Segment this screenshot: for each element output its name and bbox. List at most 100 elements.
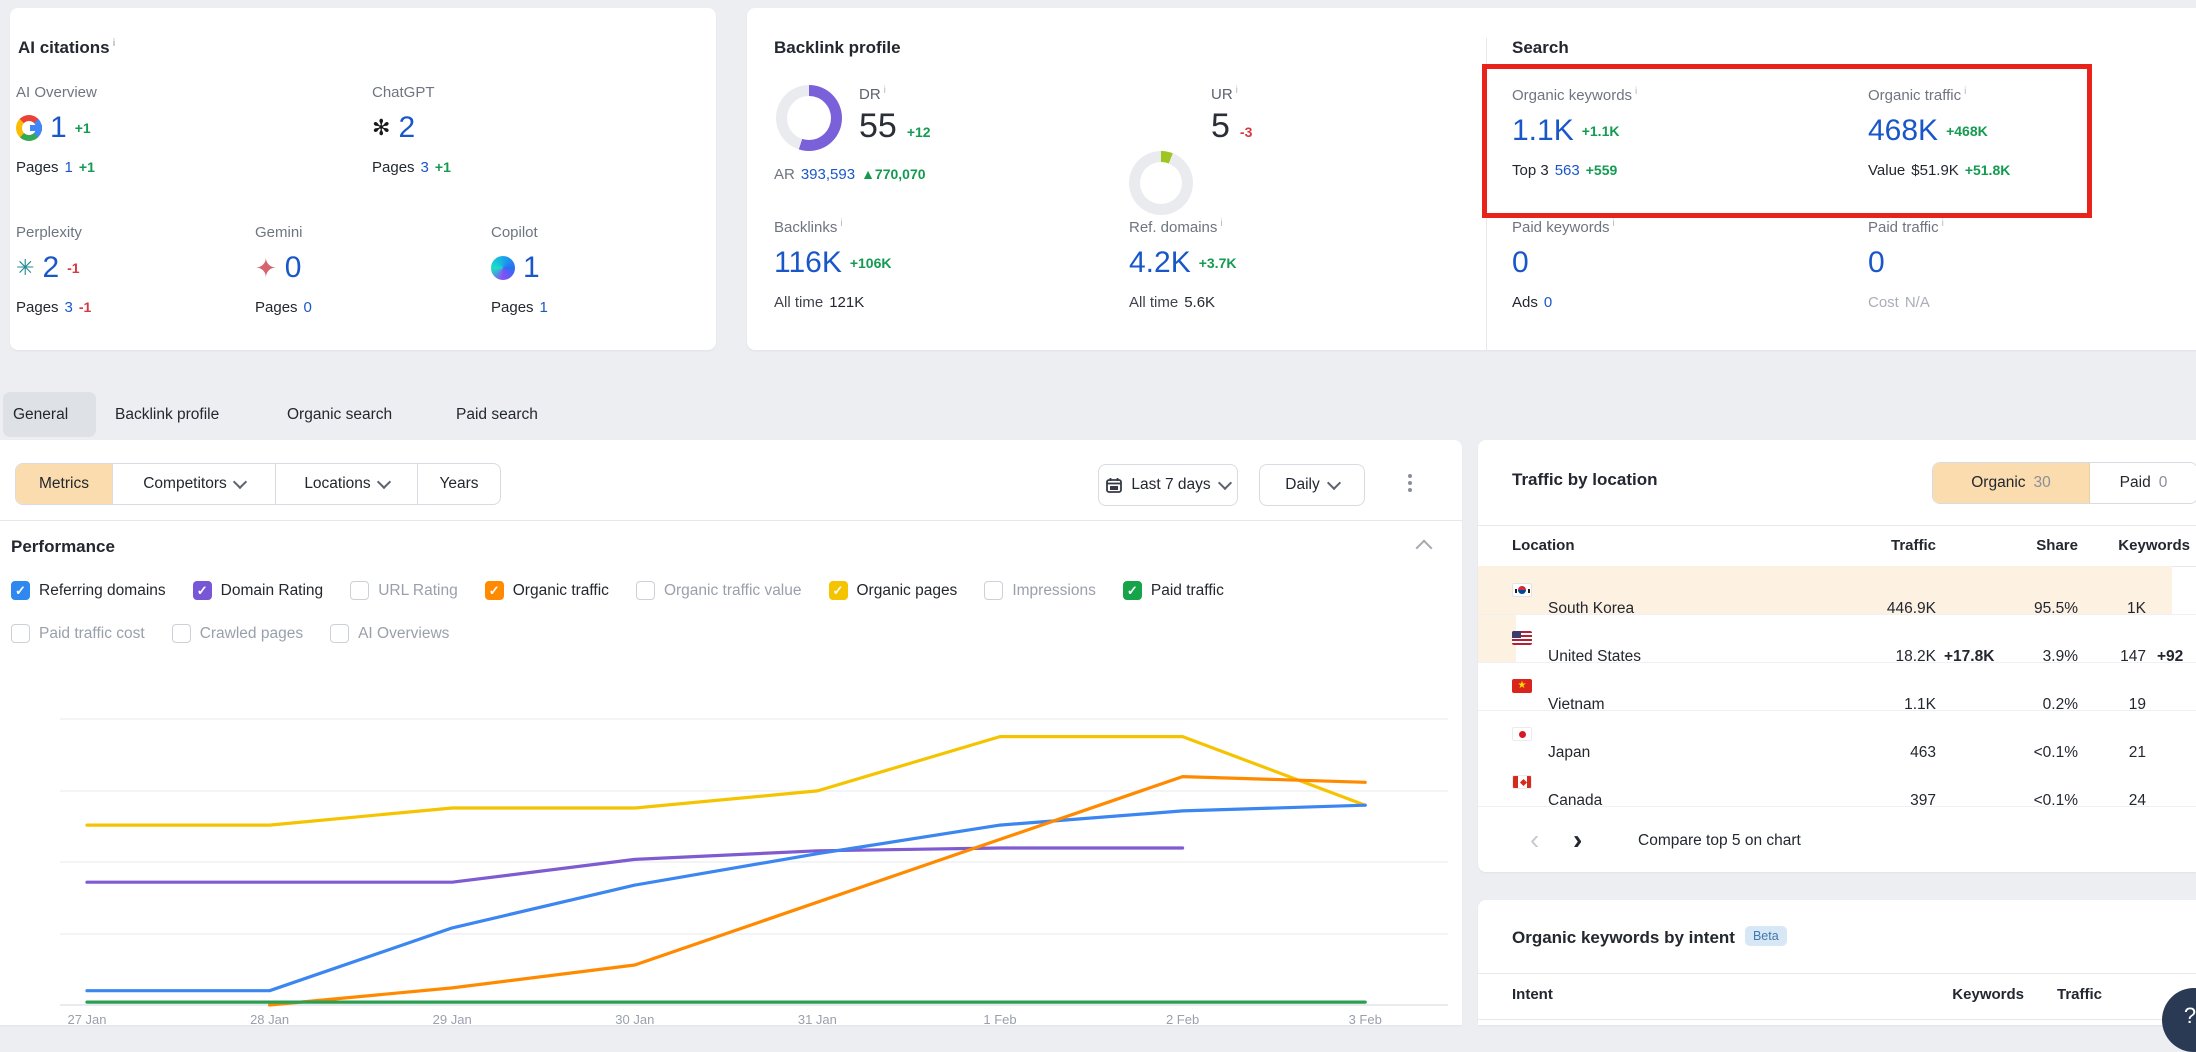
ar-link[interactable]: 393,593 — [801, 166, 855, 183]
keywords-by-intent-card: Organic keywords by intentBeta Intent Ke… — [1478, 900, 2196, 1025]
metric-checkbox[interactable]: Referring domains — [11, 581, 166, 600]
flag-united-states-icon — [1512, 631, 1532, 645]
divider — [1478, 973, 2196, 974]
info-icon — [1942, 218, 1944, 229]
metric-checkbox[interactable]: Paid traffic cost — [11, 624, 145, 643]
tab-organic-search[interactable]: Organic search — [287, 392, 392, 437]
ai-citation-block-gemini: Gemini ✦0 Pages0 — [255, 224, 312, 316]
pages-link[interactable]: 1 — [540, 299, 548, 316]
performance-title: Performance — [11, 537, 115, 557]
table-row-united-states[interactable]: United States 18.2K +17.8K 3.9% 147 +92 — [1478, 614, 2196, 662]
pagination-next-button[interactable]: › — [1573, 830, 1582, 850]
filter-segmented-control: Metrics Competitors Locations Years — [15, 463, 501, 505]
column-header-share[interactable]: Share — [1948, 537, 2078, 554]
pages-link[interactable]: 3 — [65, 299, 73, 316]
top3-link[interactable]: 563 — [1555, 162, 1580, 179]
google-icon — [16, 115, 42, 141]
checkbox-icon — [485, 581, 504, 600]
metric-checkbox-label: Paid traffic — [1151, 582, 1224, 600]
metric-checkbox[interactable]: Domain Rating — [193, 581, 324, 600]
filter-years[interactable]: Years — [418, 464, 500, 504]
metric-change: +1 — [75, 120, 91, 136]
calendar-icon — [1106, 477, 1122, 493]
paid-traffic-value[interactable]: 0 — [1868, 248, 1885, 278]
filter-competitors[interactable]: Competitors — [113, 464, 276, 504]
performance-card: Metrics Competitors Locations Years Last… — [0, 440, 1462, 1025]
chevron-down-icon — [377, 475, 391, 489]
table-row-japan[interactable]: Japan 463 <0.1% 21 — [1478, 710, 2196, 758]
organic-keywords-value[interactable]: 1.1K — [1512, 116, 1574, 146]
metric-checkbox[interactable]: URL Rating — [350, 581, 458, 600]
organic-paid-toggle: Organic30 Paid0 — [1932, 462, 2196, 504]
table-row-south-korea[interactable]: South Korea 446.9K 95.5% 1K — [1478, 566, 2196, 614]
info-icon — [1635, 86, 1637, 97]
ref-domains-value[interactable]: 4.2K — [1129, 248, 1191, 278]
divider — [1478, 525, 2196, 526]
checkbox-icon — [984, 581, 1003, 600]
metric-checkbox[interactable]: Crawled pages — [172, 624, 303, 643]
ai-citations-title: AI citations — [18, 38, 115, 58]
pagination-prev-button[interactable]: ‹ — [1530, 830, 1539, 850]
performance-line-chart[interactable] — [0, 660, 1462, 1025]
checkbox-icon — [193, 581, 212, 600]
ai-citation-block-perplexity: Perplexity ✳2-1 Pages3-1 — [16, 224, 91, 316]
column-header-keywords[interactable]: Keywords — [1914, 986, 2024, 1003]
info-icon — [1220, 218, 1222, 229]
ai-citations-card: AI citations AI Overview 1+1 Pages1+1 Ch… — [10, 8, 716, 350]
ads-link[interactable]: 0 — [1544, 294, 1552, 311]
filter-locations[interactable]: Locations — [276, 464, 418, 504]
pages-link[interactable]: 0 — [304, 299, 312, 316]
tab-backlink-profile[interactable]: Backlink profile — [115, 392, 219, 437]
column-header-traffic[interactable]: Traffic — [1786, 537, 1936, 554]
more-options-kebab[interactable] — [1408, 474, 1412, 478]
backlink-profile-title: Backlink profile — [774, 38, 901, 58]
table-row-vietnam[interactable]: Vietnam 1.1K 0.2% 19 — [1478, 662, 2196, 710]
metric-value: 1 — [50, 113, 67, 143]
compare-top5-link[interactable]: Compare top 5 on chart — [1638, 832, 1801, 850]
pages-link[interactable]: 3 — [421, 159, 429, 176]
metric-checkbox-label: Domain Rating — [221, 582, 324, 600]
info-icon — [113, 38, 116, 49]
pages-link[interactable]: 1 — [65, 159, 73, 176]
dr-block: DR 55+12 — [859, 85, 931, 146]
date-range-button[interactable]: Last 7 days — [1098, 464, 1238, 506]
metric-checkbox[interactable]: Impressions — [984, 581, 1096, 600]
metric-checkbox-row-1: Referring domains Domain Rating URL Rating… — [11, 581, 1224, 600]
filter-metrics[interactable]: Metrics — [16, 464, 113, 504]
metric-checkbox[interactable]: Organic pages — [829, 581, 958, 600]
kebab-icon — [1408, 474, 1412, 478]
ur-value: 5 — [1211, 107, 1230, 146]
chevron-down-icon — [1327, 476, 1341, 490]
toggle-paid[interactable]: Paid0 — [2090, 463, 2196, 503]
metric-checkbox[interactable]: Organic traffic — [485, 581, 609, 600]
granularity-button[interactable]: Daily — [1259, 464, 1365, 506]
ar-row: AR393,593▲770,070 — [774, 166, 926, 183]
paid-keywords-value[interactable]: 0 — [1512, 248, 1529, 278]
checkbox-icon — [330, 624, 349, 643]
metric-checkbox-label: Crawled pages — [200, 625, 303, 643]
info-icon — [884, 85, 886, 96]
chevron-down-icon — [1218, 476, 1232, 490]
column-header-keywords[interactable]: Keywords — [2078, 537, 2190, 554]
checkbox-icon — [172, 624, 191, 643]
backlinks-value[interactable]: 116K — [774, 248, 842, 278]
tab-general[interactable]: General — [13, 392, 68, 437]
column-header-location[interactable]: Location — [1512, 537, 1575, 554]
row-separator — [1478, 614, 2196, 615]
keywords-link[interactable]: 24 — [2034, 777, 2146, 825]
metric-checkbox[interactable]: AI Overviews — [330, 624, 449, 643]
organic-traffic-value[interactable]: 468K — [1868, 116, 1938, 146]
metric-checkbox-label: Organic traffic — [513, 582, 609, 600]
metric-checkbox[interactable]: Paid traffic — [1123, 581, 1224, 600]
divider — [0, 520, 1462, 521]
ai-citation-block-ai-overview: AI Overview 1+1 Pages1+1 — [16, 84, 97, 176]
column-header-traffic[interactable]: Traffic — [2032, 986, 2102, 1003]
chevron-up-icon — [1416, 540, 1433, 557]
gemini-icon: ✦ — [255, 255, 277, 281]
column-header-intent[interactable]: Intent — [1512, 986, 1553, 1003]
metric-checkbox[interactable]: Organic traffic value — [636, 581, 802, 600]
collapse-section-button[interactable] — [1418, 542, 1430, 554]
tab-paid-search[interactable]: Paid search — [456, 392, 538, 437]
toggle-organic[interactable]: Organic30 — [1933, 463, 2090, 503]
table-row-canada[interactable]: Canada 397 <0.1% 24 — [1478, 758, 2196, 806]
